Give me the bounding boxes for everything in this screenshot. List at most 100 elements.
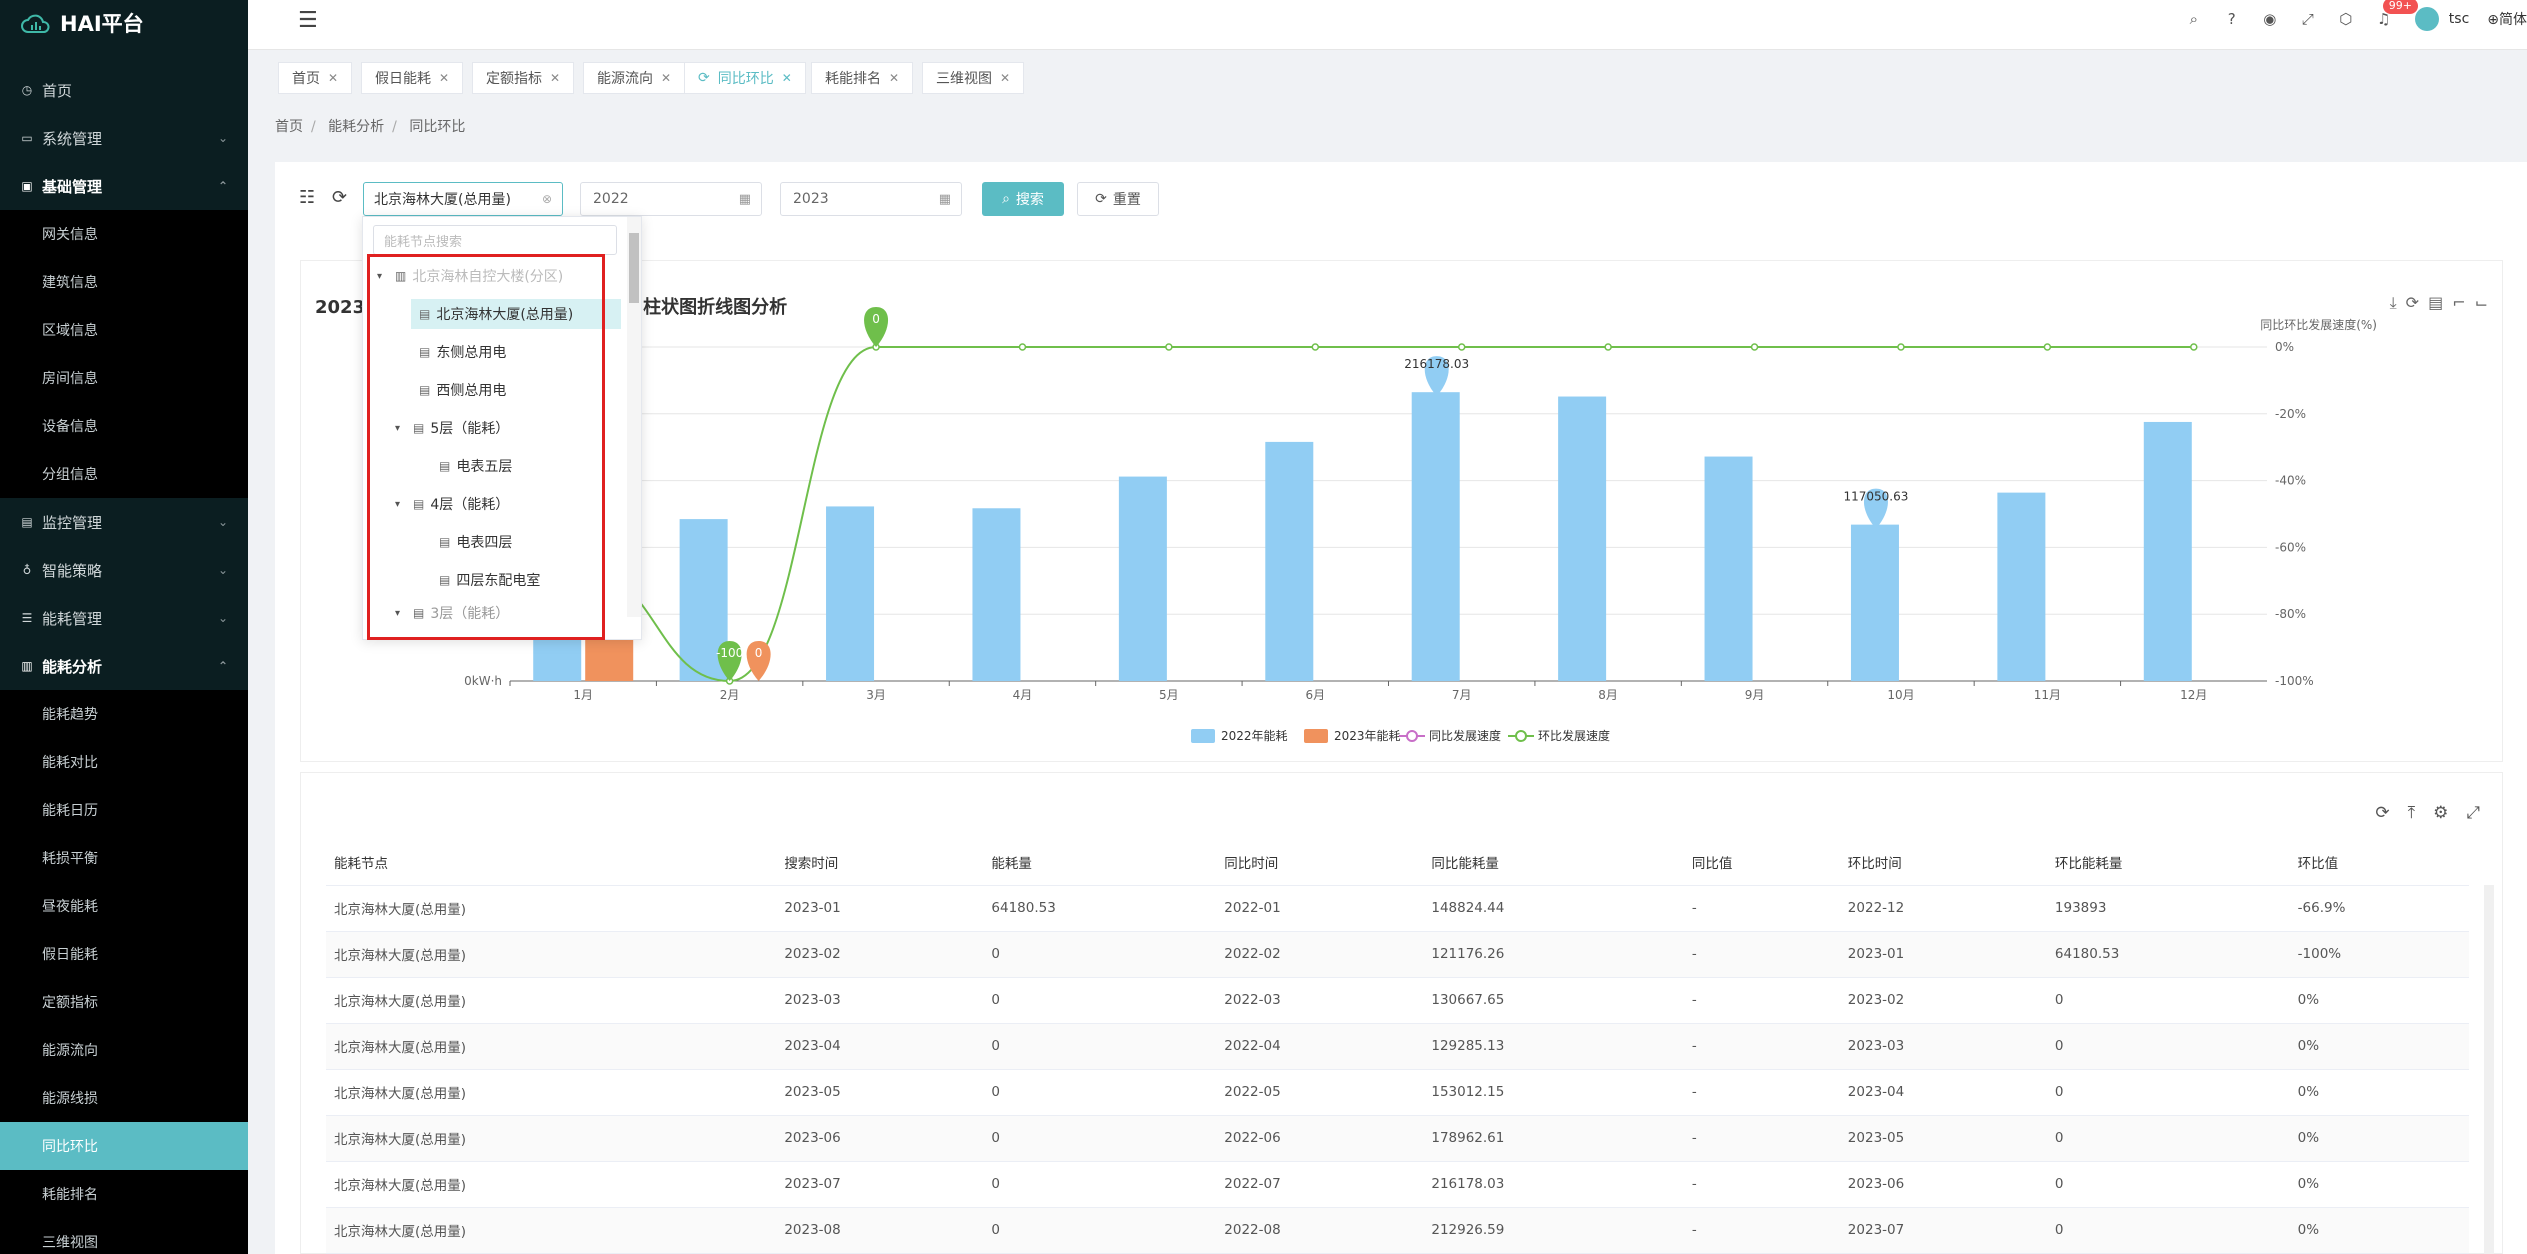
table-cell: 0: [2046, 1161, 2290, 1208]
sidebar-item-home[interactable]: ◷ 首页: [0, 66, 248, 114]
menu-toggle-icon[interactable]: ☰: [298, 8, 318, 33]
fullscreen-icon[interactable]: ⤢: [2289, 0, 2327, 38]
sidebar-item-yoy-mom[interactable]: 同比环比: [0, 1122, 248, 1170]
github-icon[interactable]: ◉: [2251, 0, 2289, 38]
user-name[interactable]: tsc: [2449, 11, 2469, 27]
gear-icon[interactable]: ⚙: [2433, 803, 2448, 823]
table-cell: 北京海林大厦(总用量): [326, 1023, 777, 1070]
bar-chart-icon: ▥: [21, 659, 33, 673]
refresh-icon[interactable]: ⟳: [332, 187, 347, 208]
sidebar-item-energy-mgmt[interactable]: ☰ 能耗管理 ⌄: [0, 594, 248, 642]
refresh-icon[interactable]: ⟳: [2375, 803, 2389, 823]
search-button[interactable]: ⌕ 搜索: [982, 182, 1064, 216]
tab-holiday[interactable]: 假日能耗 ✕: [361, 62, 464, 94]
reset-button[interactable]: ⟳ 重置: [1077, 182, 1159, 216]
column-header[interactable]: 环比时间: [1839, 839, 2047, 886]
column-header[interactable]: 同比时间: [1216, 839, 1424, 886]
breadcrumb-item[interactable]: 能耗分析: [328, 119, 384, 135]
sidebar-item-device[interactable]: 设备信息: [0, 402, 248, 450]
sidebar-item-basic[interactable]: ▣ 基础管理 ⌃: [0, 162, 248, 210]
sidebar-item-ranking[interactable]: 耗能排名: [0, 1170, 248, 1218]
column-header[interactable]: 能耗量: [983, 839, 1217, 886]
close-icon[interactable]: ✕: [782, 71, 792, 85]
tree-search-input[interactable]: 能耗节点搜索: [373, 225, 617, 255]
table-row[interactable]: 北京海林大厦(总用量) 2023-03 0 2022-03 130667.65-2023…: [326, 977, 2469, 1024]
sidebar-item-lineloss[interactable]: 能源线损: [0, 1074, 248, 1122]
tab-ranking[interactable]: 耗能排名 ✕: [811, 62, 914, 94]
sidebar-item-calendar[interactable]: 能耗日历: [0, 786, 248, 834]
table-cell: 2022-12: [1839, 885, 2047, 932]
clock-icon: ◷: [21, 83, 33, 97]
year-picker-1[interactable]: 2022 ▦: [580, 182, 762, 216]
column-header[interactable]: 同比能耗量: [1423, 839, 1684, 886]
export-icon[interactable]: ⤒: [2408, 803, 2416, 823]
help-icon[interactable]: ?: [2213, 0, 2251, 38]
tab-quota[interactable]: 定额指标 ✕: [472, 62, 575, 94]
column-header[interactable]: 能耗节点: [326, 839, 777, 886]
table-cell: 64180.53: [2046, 931, 2290, 978]
tab-home[interactable]: 首页 ✕: [278, 62, 353, 94]
app-logo[interactable]: HAI平台: [0, 0, 248, 46]
sidebar-item-3d[interactable]: 三维视图: [0, 1218, 248, 1254]
sidebar-item-quota[interactable]: 定额指标: [0, 978, 248, 1026]
close-icon[interactable]: ✕: [889, 71, 899, 85]
close-icon[interactable]: ✕: [661, 71, 671, 85]
column-header[interactable]: 搜索时间: [776, 839, 984, 886]
sidebar-item-room[interactable]: 房间信息: [0, 354, 248, 402]
year-picker-2[interactable]: 2023 ▦: [780, 182, 962, 216]
sidebar-item-building[interactable]: 建筑信息: [0, 258, 248, 306]
sidebar-item-monitor[interactable]: ▤ 监控管理 ⌄: [0, 498, 248, 546]
table-row[interactable]: 北京海林大厦(总用量) 2023-02 0 2022-02 121176.26-2023…: [326, 931, 2469, 978]
sidebar-item-holiday[interactable]: 假日能耗: [0, 930, 248, 978]
x-tick-label: 2月: [720, 688, 740, 702]
clear-icon[interactable]: ⊗: [542, 192, 552, 206]
cube-icon[interactable]: ⬡: [2327, 0, 2365, 38]
breadcrumb-item[interactable]: 首页: [275, 119, 303, 135]
sidebar-item-strategy[interactable]: ♁ 智能策略 ⌄: [0, 546, 248, 594]
bell-icon[interactable]: ♫ 99+: [2365, 0, 2418, 38]
close-icon[interactable]: ✕: [328, 71, 338, 85]
table-cell: 2023-01: [776, 885, 984, 932]
sidebar-item-daynight[interactable]: 昼夜能耗: [0, 882, 248, 930]
column-header[interactable]: 环比值: [2289, 839, 2469, 886]
sidebar-item-balance[interactable]: 耗损平衡: [0, 834, 248, 882]
column-header[interactable]: 环比能耗量: [2046, 839, 2290, 886]
avatar[interactable]: [2414, 7, 2439, 31]
tree-scrollbar[interactable]: [627, 217, 641, 617]
search-icon[interactable]: ⌕: [2175, 0, 2213, 38]
fullscreen-icon[interactable]: ⤢: [2466, 803, 2480, 823]
sidebar-item-gateway[interactable]: 网关信息: [0, 210, 248, 258]
indent-icon[interactable]: ☷: [299, 187, 315, 208]
sidebar-item-trend[interactable]: 能耗趋势: [0, 690, 248, 738]
max-value-label: 216178.03: [1404, 357, 1469, 371]
sidebar-item-flow[interactable]: 能源流向: [0, 1026, 248, 1074]
table-cell: 0%: [2289, 977, 2469, 1024]
table-row[interactable]: 北京海林大厦(总用量) 2023-08 0 2022-08 212926.59-2023…: [326, 1207, 2469, 1254]
node-select[interactable]: 北京海林大厦(总用量) ⊗: [363, 182, 563, 216]
x-tick-label: 9月: [1745, 688, 1765, 702]
close-icon[interactable]: ✕: [439, 71, 449, 85]
table-scrollbar[interactable]: [2484, 885, 2494, 1254]
table-cell: 2023-01: [1839, 931, 2047, 978]
sidebar-item-group[interactable]: 分组信息: [0, 450, 248, 498]
table-row[interactable]: 北京海林大厦(总用量) 2023-01 64180.53 2022-01 148824.…: [326, 885, 2469, 932]
language-switch[interactable]: ⊕简体: [2487, 9, 2527, 29]
sidebar-item-system[interactable]: ▭ 系统管理 ⌄: [0, 114, 248, 162]
close-icon[interactable]: ✕: [550, 71, 560, 85]
table-row[interactable]: 北京海林大厦(总用量) 2023-06 0 2022-06 178962.61-2023…: [326, 1115, 2469, 1162]
sidebar-item-area[interactable]: 区域信息: [0, 306, 248, 354]
x-tick-label: 7月: [1452, 688, 1472, 702]
sidebar-item-compare[interactable]: 能耗对比: [0, 738, 248, 786]
table-row[interactable]: 北京海林大厦(总用量) 2023-05 0 2022-05 153012.15-2023…: [326, 1069, 2469, 1116]
tab-3d[interactable]: 三维视图 ✕: [922, 62, 1025, 94]
bar-2022: [1558, 396, 1607, 681]
close-icon[interactable]: ✕: [1000, 71, 1010, 85]
table-row[interactable]: 北京海林大厦(总用量) 2023-07 0 2022-07 216178.03-2023…: [326, 1161, 2469, 1208]
column-header[interactable]: 同比值: [1683, 839, 1840, 886]
sidebar-item-energy-analysis[interactable]: ▥ 能耗分析 ⌃: [0, 642, 248, 690]
table-row[interactable]: 北京海林大厦(总用量) 2023-04 0 2022-04 129285.13-2023…: [326, 1023, 2469, 1070]
table-cell: 2023-03: [1839, 1023, 2047, 1070]
scroll-thumb[interactable]: [629, 233, 639, 303]
tab-flow[interactable]: 能源流向 ✕: [583, 62, 686, 94]
tab-yoy-mom[interactable]: ⟳ 同比环比 ✕: [684, 62, 806, 94]
